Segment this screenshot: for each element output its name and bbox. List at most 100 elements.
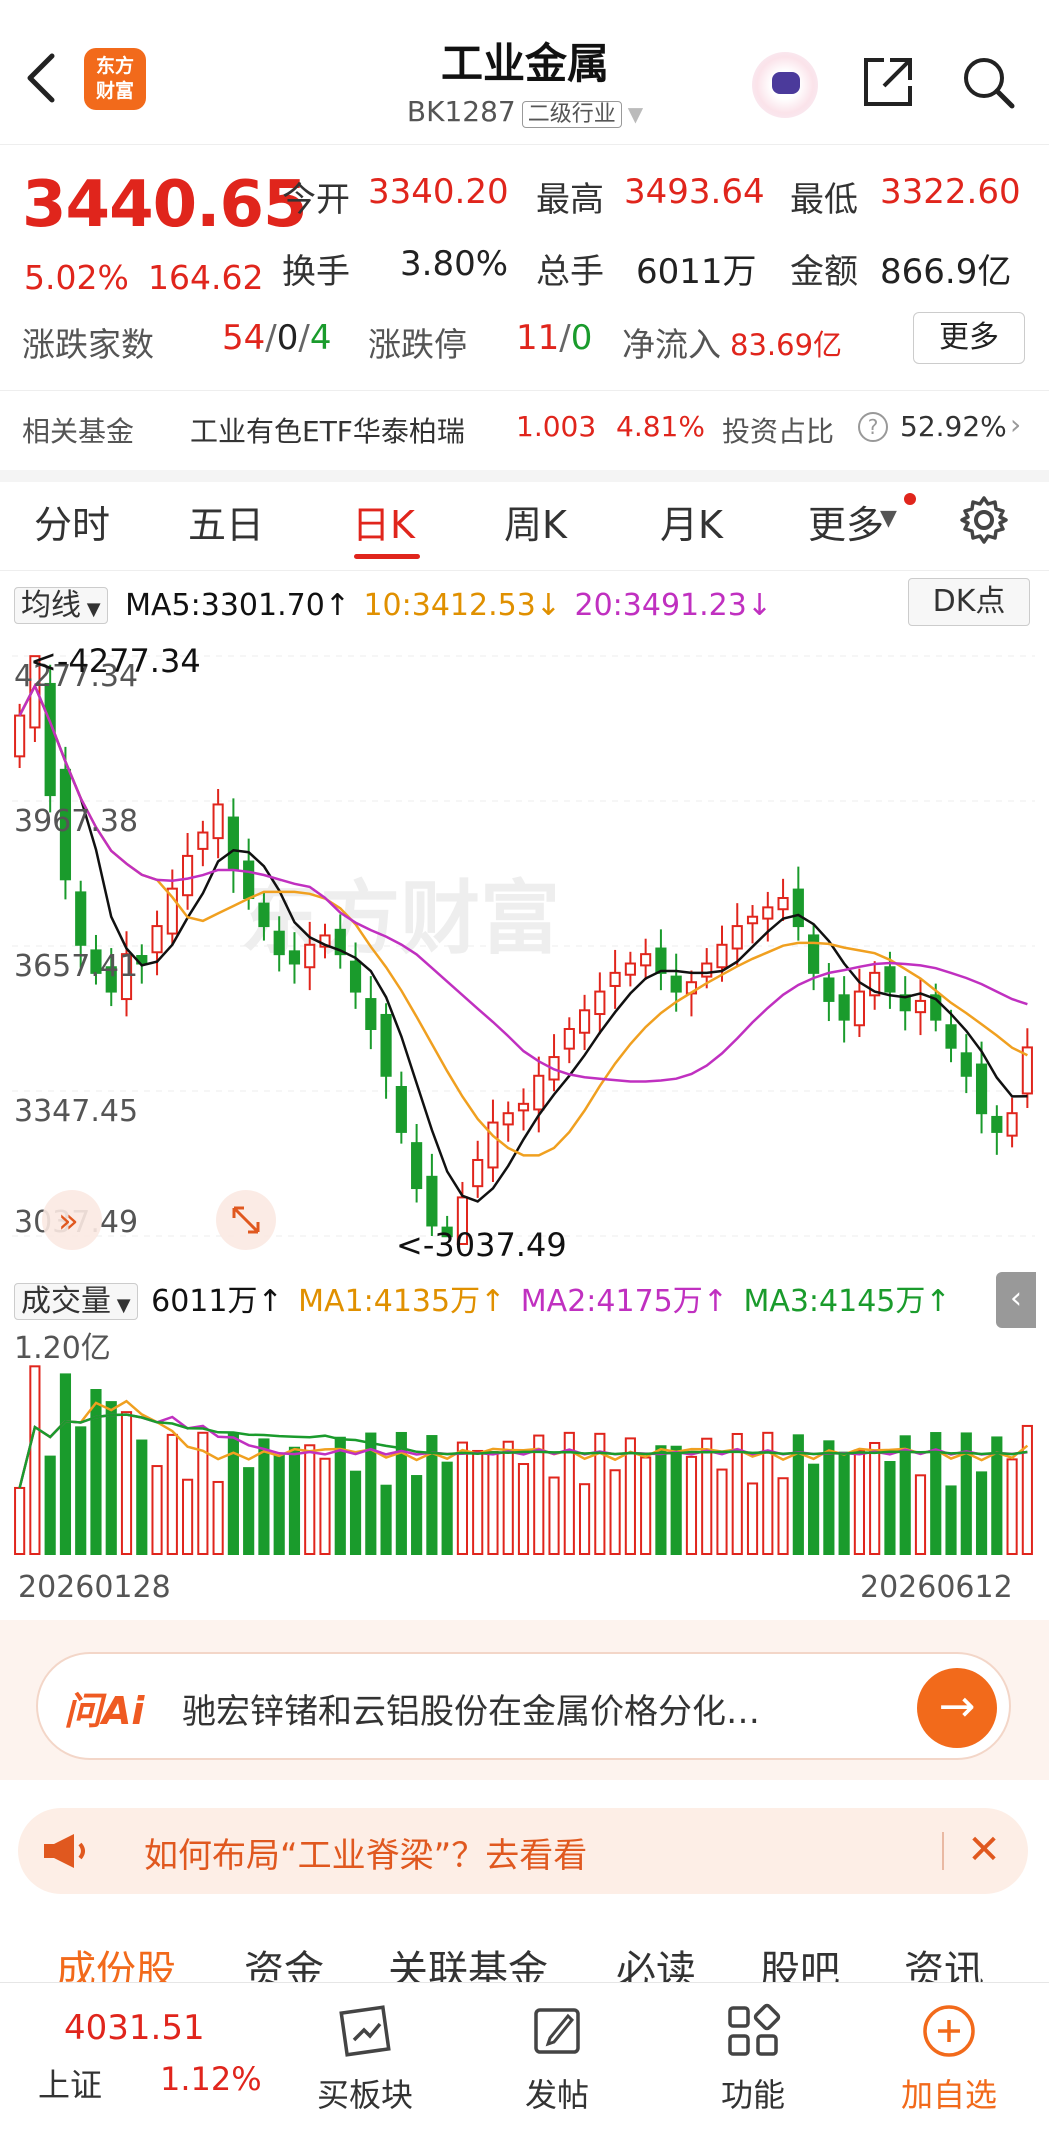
back-icon[interactable] bbox=[20, 48, 64, 108]
candle bbox=[991, 1115, 1003, 1133]
volume-bar bbox=[29, 1365, 41, 1555]
gear-icon[interactable] bbox=[958, 494, 1010, 546]
post-button[interactable]: 发帖 bbox=[482, 1996, 632, 2116]
candlestick-chart[interactable]: 东方财富 4277.343967.383657.413347.453037.49… bbox=[0, 626, 1049, 1266]
volume-bar bbox=[349, 1470, 362, 1555]
active-tab-indicator bbox=[354, 554, 420, 559]
fullscreen-icon[interactable] bbox=[216, 1190, 276, 1250]
index-name[interactable]: 上证 bbox=[38, 2060, 102, 2106]
candle bbox=[594, 990, 606, 1016]
low-marker: <-3037.49 bbox=[396, 1226, 567, 1264]
candle bbox=[914, 999, 927, 1014]
search-icon[interactable] bbox=[958, 52, 1018, 112]
candle bbox=[258, 902, 270, 928]
volume-selector[interactable]: 成交量 ▼ bbox=[14, 1283, 138, 1320]
breadth-label: 涨跌家数 bbox=[22, 325, 154, 364]
candle bbox=[380, 1013, 392, 1077]
expand-left-button[interactable]: » bbox=[42, 1190, 102, 1250]
index-value[interactable]: 4031.51 bbox=[64, 2008, 205, 2048]
turnover-label: 换手 bbox=[282, 252, 350, 292]
post-label: 发帖 bbox=[524, 2076, 589, 2114]
vol-ma2: MA2:4175万↑ bbox=[520, 1284, 728, 1319]
candle bbox=[808, 934, 820, 974]
volume-bar bbox=[884, 1461, 896, 1555]
tab-more-arrow-icon: ▼ bbox=[880, 506, 897, 531]
netflow-value: 83.69亿 bbox=[730, 328, 843, 362]
volume-selector-label: 成交量 bbox=[21, 1284, 111, 1319]
fund-ratio: 52.92% bbox=[900, 410, 1007, 443]
volume-bar bbox=[212, 1480, 224, 1555]
functions-button[interactable]: 功能 bbox=[678, 1996, 828, 2116]
app-logo[interactable]: 东方 财富 bbox=[84, 48, 146, 110]
candle bbox=[365, 998, 377, 1030]
volume-value: 6011万↑ bbox=[151, 1284, 283, 1319]
related-fund-row[interactable]: 相关基金 工业有色ETF华泰柏瑞 1.003 4.81% 投资占比 ? 52.9… bbox=[0, 400, 1049, 456]
volume-bar bbox=[120, 1411, 133, 1555]
collapse-panel-button[interactable]: ‹ bbox=[996, 1272, 1036, 1328]
add-watchlist-button[interactable]: 加自选 bbox=[874, 1996, 1024, 2116]
add-watchlist-label: 加自选 bbox=[900, 2076, 997, 2114]
tab-intraday[interactable]: 分时 bbox=[34, 494, 110, 549]
share-icon[interactable] bbox=[858, 52, 918, 112]
candle bbox=[517, 1102, 530, 1112]
change-amount: 164.62 bbox=[148, 258, 264, 297]
candle bbox=[701, 962, 713, 978]
candle bbox=[182, 854, 194, 897]
volume-bar bbox=[59, 1373, 72, 1555]
sector-code-text: BK1287 bbox=[406, 95, 516, 128]
volume-bar bbox=[151, 1465, 163, 1555]
promo-text[interactable]: 如何布局“工业脊梁”？去看看 bbox=[144, 1828, 587, 1877]
ai-summary-text[interactable]: 驰宏锌锗和云铝股份在金属价格分化… bbox=[182, 1684, 882, 1733]
arrow-right-icon[interactable]: → bbox=[917, 1668, 997, 1748]
limit-values: 11/0 bbox=[516, 318, 593, 358]
plus-circle-icon bbox=[874, 1996, 1024, 2066]
volume-bar bbox=[90, 1389, 102, 1556]
candle bbox=[472, 1158, 484, 1188]
volume-bar bbox=[746, 1482, 759, 1555]
tab-weekly-k[interactable]: 周K bbox=[504, 494, 567, 549]
candle bbox=[304, 943, 316, 969]
fund-pct: 4.81% bbox=[616, 410, 705, 443]
candle bbox=[533, 1074, 545, 1111]
tab-daily-k[interactable]: 日K bbox=[352, 494, 415, 549]
candle bbox=[960, 1052, 972, 1077]
more-button[interactable]: 更多 bbox=[913, 312, 1025, 364]
volume-bar bbox=[808, 1463, 820, 1555]
volume-bar bbox=[838, 1451, 850, 1555]
candle bbox=[640, 953, 652, 967]
candle bbox=[426, 1175, 438, 1227]
logo-text-bottom: 财富 bbox=[95, 80, 134, 102]
close-icon[interactable]: ✕ bbox=[956, 1820, 1012, 1880]
vol-ma1: MA1:4135万↑ bbox=[298, 1284, 506, 1319]
ma-selector[interactable]: 均线 ▼ bbox=[14, 587, 108, 624]
volume-bar bbox=[1021, 1424, 1033, 1555]
low-label: 最低 bbox=[790, 180, 858, 220]
tab-monthly-k[interactable]: 月K bbox=[660, 494, 723, 549]
candle bbox=[609, 971, 621, 987]
tab-more[interactable]: 更多 bbox=[808, 494, 884, 549]
index-percent: 1.12% bbox=[160, 2060, 262, 2098]
volume-bar bbox=[517, 1463, 530, 1555]
breadth-values: 54/0/4 bbox=[222, 318, 332, 358]
volume-bar bbox=[1006, 1458, 1018, 1555]
fund-name: 工业有色ETF华泰柏瑞 bbox=[190, 415, 465, 448]
help-icon[interactable]: ? bbox=[858, 412, 888, 442]
candle bbox=[243, 860, 255, 900]
sector-code[interactable]: BK1287 二级行业 ▼ bbox=[300, 95, 750, 128]
logo-text-top: 东方 bbox=[95, 55, 134, 77]
tab-five-day[interactable]: 五日 bbox=[188, 494, 264, 549]
volume-chart[interactable]: 1.20亿 bbox=[0, 1322, 1049, 1562]
volume-bar bbox=[853, 1449, 865, 1556]
divider bbox=[0, 390, 1049, 391]
buy-sector-button[interactable]: 买板块 bbox=[290, 1996, 440, 2116]
volume-bar bbox=[655, 1445, 667, 1555]
dk-point-button[interactable]: DK点 bbox=[908, 578, 1030, 626]
volume-bar bbox=[334, 1436, 346, 1555]
volume-bar bbox=[411, 1475, 423, 1555]
volume-bar bbox=[273, 1454, 285, 1555]
candle bbox=[14, 714, 26, 758]
candle bbox=[75, 891, 87, 946]
volume-bar bbox=[945, 1485, 957, 1555]
volume-bar bbox=[548, 1476, 560, 1555]
candle bbox=[197, 831, 209, 850]
